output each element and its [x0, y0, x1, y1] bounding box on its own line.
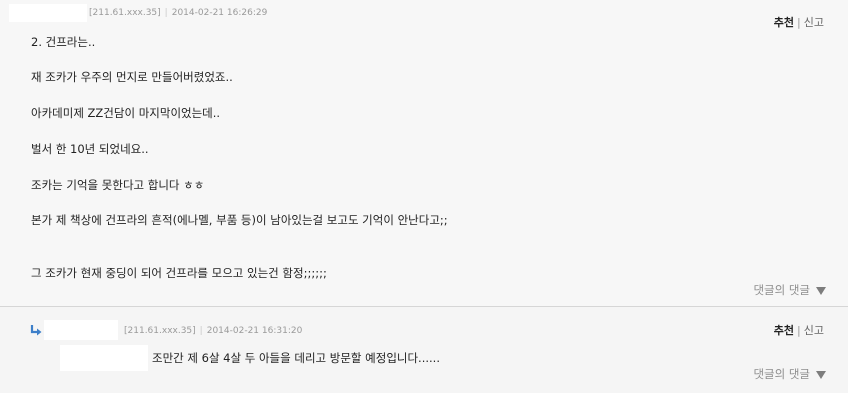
meta-separator: | — [199, 326, 203, 336]
comment-ip: [211.61.xxx.35] — [89, 8, 161, 18]
triangle-down-icon — [816, 286, 826, 295]
reply-link-label: 댓글의 댓글 — [753, 367, 810, 381]
reply-arrow-icon — [30, 325, 42, 336]
comment-line: 본가 제 책상에 건프라의 흔적(에나멜, 부품 등)이 남아있는걸 보고도 기… — [31, 213, 448, 227]
comment-line: 조카는 기억을 못한다고 합니다 ㅎㅎ — [31, 178, 205, 192]
reply-avatar-redacted — [60, 345, 148, 371]
comment-line: 아카데미제 ZZ건담이 마지막이었는데.. — [31, 106, 221, 120]
reply-link-label: 댓글의 댓글 — [753, 283, 810, 297]
comment-actions: 추천 | 신고 — [774, 14, 824, 30]
action-separator: | — [797, 16, 801, 29]
reply-to-comment-button[interactable]: 댓글의 댓글 — [753, 282, 826, 298]
comment-datetime: 2014-02-21 16:26:29 — [171, 8, 268, 18]
report-button[interactable]: 신고 — [804, 16, 824, 29]
reply-actions: 추천 | 신고 — [774, 322, 824, 338]
action-separator: | — [797, 324, 801, 337]
comment-line: 재 조카가 우주의 먼지로 만들어버렸었죠.. — [31, 70, 233, 84]
comment-line: 그 조카가 현재 중딩이 되어 건프라를 모으고 있는건 함정;;;;;; — [31, 266, 327, 280]
recommend-button[interactable]: 추천 — [774, 16, 794, 29]
reply-meta: [211.61.xxx.35] | 2014-02-21 16:31:20 — [124, 326, 302, 336]
author-name-redacted — [44, 320, 118, 340]
triangle-down-icon — [816, 370, 826, 379]
author-name-redacted — [9, 4, 87, 22]
comment-line: 2. 건프라는.. — [31, 35, 96, 49]
recommend-button[interactable]: 추천 — [774, 324, 794, 337]
comment-line: 벌서 한 10년 되었네요.. — [31, 142, 149, 156]
reply-text: 조만간 제 6살 4살 두 아들을 데리고 방문할 예정입니다...... — [152, 351, 440, 365]
reply-datetime: 2014-02-21 16:31:20 — [206, 326, 303, 336]
reply-to-reply-button[interactable]: 댓글의 댓글 — [753, 366, 826, 382]
reply: [211.61.xxx.35] | 2014-02-21 16:31:20 추천 | 신… — [0, 307, 848, 393]
report-button[interactable]: 신고 — [804, 324, 824, 337]
reply-ip: [211.61.xxx.35] — [124, 326, 196, 336]
meta-separator: | — [164, 8, 168, 18]
comment: [211.61.xxx.35] | 2014-02-21 16:26:29 추천 | 신… — [0, 0, 848, 307]
comment-meta: [211.61.xxx.35] | 2014-02-21 16:26:29 — [89, 8, 267, 18]
